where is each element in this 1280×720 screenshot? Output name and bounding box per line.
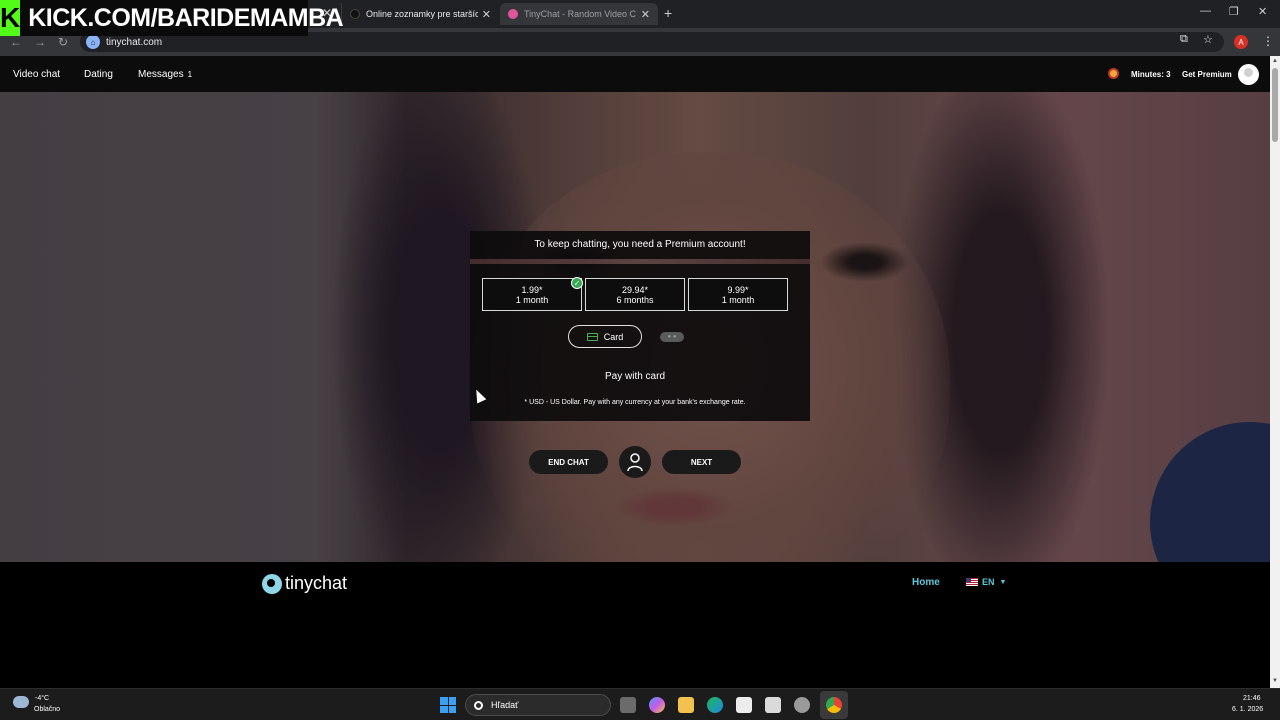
person-icon	[627, 453, 643, 472]
tinychat-logo-icon	[262, 573, 282, 594]
url-text[interactable]: tinychat.com	[106, 37, 162, 48]
tab-close-icon[interactable]: ✕	[482, 8, 491, 21]
plan-period: 1 month	[515, 294, 549, 305]
weather-cloud-icon[interactable]	[13, 696, 29, 708]
minutes-counter: Minutes: 3	[1131, 70, 1171, 79]
clock-date[interactable]: 6. 1. 2026	[1232, 706, 1263, 713]
windows-start-icon[interactable]	[440, 697, 456, 713]
app-icon[interactable]	[765, 697, 781, 713]
scroll-down-icon[interactable]: ▼	[1272, 678, 1278, 684]
dialog-divider	[470, 259, 810, 264]
kick-text: KICK.COM/BARIDEMAMBA	[28, 3, 344, 32]
next-button[interactable]: NEXT	[662, 450, 741, 474]
us-flag-icon	[966, 578, 978, 586]
reload-icon[interactable]: ↻	[58, 35, 68, 49]
new-tab-icon[interactable]: +	[664, 5, 672, 21]
tab-favicon-icon	[350, 9, 360, 19]
taskbar-search[interactable]: Hľadať	[465, 694, 611, 716]
tab-favicon-icon	[508, 9, 518, 19]
kick-logo: K	[0, 0, 21, 36]
browser-menu-icon[interactable]: ⋮	[1262, 34, 1274, 48]
profile-avatar[interactable]: A	[1234, 35, 1248, 49]
page-scrollbar[interactable]: ▲ ▼	[1270, 56, 1280, 688]
tab-title: Online zoznamky pre starších	[366, 9, 478, 19]
footer-home-link[interactable]: Home	[912, 577, 940, 588]
translate-icon[interactable]: ⧉	[1180, 33, 1188, 46]
tinychat-logo[interactable]: tinychat	[262, 573, 347, 594]
get-premium-link[interactable]: Get Premium	[1182, 70, 1232, 79]
tab-title: TinyChat - Random Video C	[524, 9, 637, 19]
nav-video-chat[interactable]: Video chat	[13, 69, 60, 80]
restore-icon[interactable]: ❐	[1229, 5, 1239, 18]
minutes-coin-icon	[1108, 68, 1119, 79]
kick-watermark: K KICK.COM/BARIDEMAMBA	[0, 0, 344, 36]
language-selector[interactable]: EN ▼	[966, 577, 1006, 587]
user-avatar[interactable]	[1238, 64, 1259, 85]
credit-card-icon	[586, 332, 598, 341]
scroll-thumb[interactable]	[1272, 68, 1278, 142]
chevron-down-icon: ▼	[999, 578, 1007, 586]
weather-temp[interactable]: -4°C	[35, 695, 49, 702]
tab-close-icon[interactable]: ✕	[641, 8, 650, 21]
bookmark-star-icon[interactable]: ☆	[1203, 33, 1213, 46]
end-chat-button[interactable]: END CHAT	[529, 450, 608, 474]
taskbar-search-label: Hľadať	[491, 700, 519, 710]
minimize-icon[interactable]: —	[1200, 5, 1211, 17]
task-view-icon[interactable]	[620, 697, 636, 713]
chrome-icon[interactable]	[826, 697, 842, 713]
card-label: Card	[603, 331, 624, 342]
tinychat-logo-text: tinychat	[285, 573, 348, 593]
language-label: EN	[982, 577, 995, 587]
partner-profile-button[interactable]	[619, 446, 651, 478]
alt-payment-button[interactable]: ● ●	[660, 332, 684, 342]
edge-icon[interactable]	[707, 697, 723, 713]
copilot-icon[interactable]	[649, 697, 665, 713]
nav-messages[interactable]: Messages 1	[138, 69, 192, 80]
file-explorer-icon[interactable]	[678, 697, 694, 713]
plan-price: 9.99*	[727, 284, 749, 295]
site-footer: tinychat Home EN ▼	[0, 562, 1270, 688]
back-icon[interactable]: ←	[10, 35, 22, 49]
windows-taskbar: -4°C Oblačno Hľadať 21:46 6. 1. 2026	[0, 688, 1280, 720]
currency-note: * USD - US Dollar. Pay with any currency…	[524, 399, 746, 406]
window-close-icon[interactable]: ✕	[1258, 5, 1267, 18]
scroll-up-icon[interactable]: ▲	[1272, 58, 1278, 64]
store-icon[interactable]	[736, 697, 752, 713]
plan-period: 6 months	[616, 294, 654, 305]
nav-messages-label: Messages	[138, 69, 184, 80]
messages-badge: 1	[187, 70, 193, 79]
weather-desc[interactable]: Oblačno	[34, 706, 60, 713]
plan-price: 1.99*	[521, 284, 543, 295]
selected-check-icon: ✓	[571, 277, 583, 289]
site-nav: Video chat Dating Messages 1 Minutes: 3 G…	[0, 56, 1270, 92]
plan-option-2[interactable]: 29.94* 6 months	[585, 278, 685, 311]
plan-period: 1 month	[721, 294, 755, 305]
dialog-title: To keep chatting, you need a Premium acc…	[534, 239, 746, 250]
plan-option-3[interactable]: 9.99* 1 month	[688, 278, 788, 311]
forward-icon[interactable]: →	[34, 35, 46, 49]
clock-time[interactable]: 21:46	[1243, 695, 1261, 702]
tab-zoznamky[interactable]: Online zoznamky pre starších ✕	[341, 3, 499, 25]
pay-with-label: Pay with card	[604, 371, 666, 382]
plan-price: 29.94*	[621, 284, 649, 295]
search-icon	[474, 700, 483, 710]
plan-option-1[interactable]: 1.99* 1 month	[482, 278, 582, 311]
nav-dating[interactable]: Dating	[84, 69, 113, 80]
steam-icon[interactable]	[794, 697, 810, 713]
tab-tinychat[interactable]: TinyChat - Random Video C ✕	[500, 3, 658, 25]
premium-dialog: To keep chatting, you need a Premium acc…	[470, 231, 810, 421]
site-info-icon[interactable]: ⌂	[86, 35, 100, 49]
card-payment-button[interactable]: Card	[568, 325, 642, 348]
